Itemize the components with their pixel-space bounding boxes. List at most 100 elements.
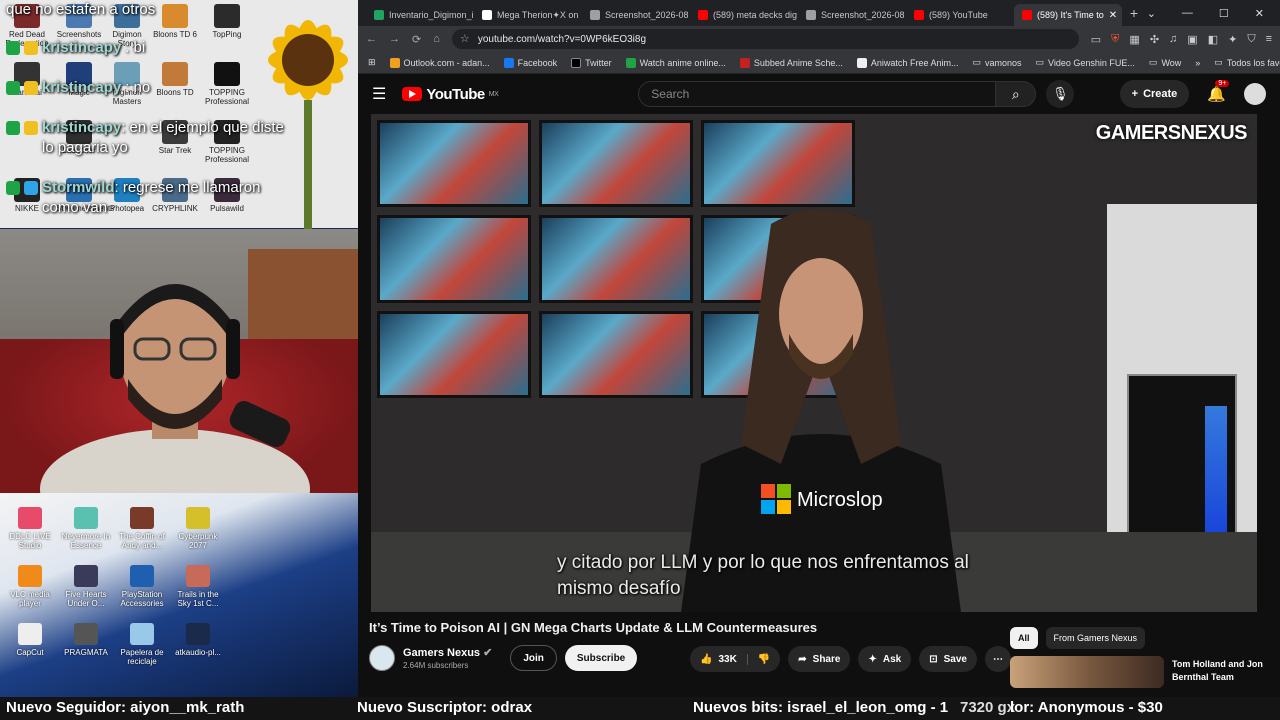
notifications-button[interactable]: 🔔 9+ — [1207, 80, 1230, 103]
more-bookmarks-icon[interactable]: » — [1195, 58, 1200, 68]
voice-search-button[interactable]: 🎙 — [1046, 80, 1075, 108]
tab[interactable]: Inventario_Digimon_i — [366, 4, 474, 26]
youtube-icon — [698, 10, 708, 20]
desktop-icon[interactable]: Five Hearts Under O... — [60, 565, 112, 608]
wallet-icon[interactable]: ▣ — [1187, 33, 1197, 46]
forward-icon[interactable]: → — [389, 33, 400, 45]
hamburger-menu-icon[interactable]: ☰ — [372, 84, 386, 104]
create-button[interactable]: + Create — [1119, 80, 1190, 108]
desktop-icon[interactable]: DDLC LIVE Studio — [4, 507, 56, 550]
recommended-title[interactable]: Tom Holland and Jon Bernthal Team — [1172, 658, 1280, 688]
tab[interactable]: Screenshot_2026-08 — [798, 4, 906, 26]
bookmark-item[interactable]: Watch anime online... — [625, 57, 726, 68]
bookmark-item[interactable]: Subbed Anime Sche... — [739, 57, 843, 68]
desktop-icon[interactable]: Cyberpunk 2077 — [172, 507, 224, 550]
share-button[interactable]: ➦ Share — [788, 646, 851, 672]
search-input[interactable] — [638, 81, 997, 107]
video-subtitles: y citado por LLM y por lo que nos enfren… — [557, 552, 969, 599]
desktop-icon[interactable]: Nevermore In Essence — [60, 507, 112, 550]
recommended-video[interactable]: Tom Holland and Jon Bernthal Team — [1010, 656, 1280, 688]
event-ticker: Nuevo Seguidor: aiyon__mk_rath Nuevo Sus… — [0, 697, 1280, 720]
desktop-icon[interactable]: The Coffin of Andy and... — [116, 507, 168, 550]
window-controls: ⌄ — ☐ ✕ — [1147, 7, 1280, 20]
desktop-icon[interactable]: PlayStation Accessories — [116, 565, 168, 608]
menu-icon[interactable]: ≡ — [1266, 33, 1272, 46]
folder-icon: ▭ — [1148, 57, 1158, 67]
channel-name[interactable]: Gamers Nexus ✔ — [403, 646, 492, 659]
apps-icon[interactable]: ⊞ — [368, 57, 376, 68]
reload-icon[interactable]: ⟳ — [412, 33, 421, 46]
tab[interactable]: Mega Therion✦X on — [474, 4, 582, 26]
folder-icon: ▭ — [1214, 57, 1223, 67]
url-field[interactable]: ☆ youtube.com/watch?v=0WP6kEO3i8g — [451, 29, 1079, 49]
desktop-icon[interactable]: Bloons TD — [152, 62, 198, 97]
search-icon: ⌕ — [1011, 85, 1020, 102]
leo-icon[interactable]: ✦ — [1228, 33, 1237, 46]
desktop-icon[interactable]: atkaudio-pl... — [172, 623, 224, 666]
chip-from-channel[interactable]: From Gamers Nexus — [1045, 627, 1146, 649]
bookmark-item[interactable]: Twitter — [571, 57, 612, 68]
like-button[interactable]: 👍 33K — [690, 653, 748, 665]
chat-message: kristincapy: en el ejemplo que diste lo … — [6, 118, 292, 168]
extension-icon[interactable]: ▦ — [1129, 33, 1139, 46]
vpn-icon[interactable]: ⛉ — [1247, 33, 1255, 46]
desktop-icon[interactable]: Trails in the Sky 1st C... — [172, 565, 224, 608]
badge-icon — [6, 121, 20, 135]
chat-message: Stormwild: regrese me llamaron como van — [6, 178, 292, 228]
sheets-icon — [374, 10, 384, 20]
chip-all[interactable]: All — [1010, 627, 1038, 649]
subscribe-button[interactable]: Subscribe — [564, 645, 638, 671]
more-actions-button[interactable]: ⋯ — [984, 646, 1011, 672]
youtube-logo[interactable]: YouTube MX — [402, 86, 499, 103]
like-dislike: 👍 33K 👎 — [690, 646, 781, 672]
bookmark-item[interactable]: Aniwatch Free Anim... — [856, 57, 958, 68]
tab[interactable]: Screenshot_2026-08 — [582, 4, 690, 26]
desktop-icon[interactable]: Papelera de reciclaje — [116, 623, 168, 666]
close-tab-icon[interactable]: ✕ — [1109, 10, 1117, 21]
bookmark-item[interactable]: Outlook.com - adan... — [389, 57, 490, 68]
chat-panel: Red Dead Redemption Screenshots Digimon … — [0, 0, 358, 230]
desktop-icon[interactable]: CapCut — [4, 623, 56, 666]
bookmark-folder[interactable]: ▭ vamonos — [972, 57, 1021, 68]
avatar[interactable] — [1244, 83, 1266, 105]
notification-count: 9+ — [1215, 80, 1230, 87]
bookmark-icon[interactable]: ☆ — [460, 32, 470, 45]
verified-icon: ✔ — [483, 647, 493, 659]
brave-shield-icon[interactable]: ⛨ — [1111, 33, 1119, 46]
close-window-icon[interactable]: ✕ — [1255, 7, 1264, 20]
bookmark-folder[interactable]: ▭ Wow — [1149, 57, 1181, 68]
microphone-icon: 🎙 — [1052, 86, 1069, 101]
tab-search-icon[interactable]: ⌄ — [1147, 7, 1156, 20]
dislike-button[interactable]: 👎 — [748, 654, 780, 665]
join-button[interactable]: Join — [510, 645, 557, 671]
bookmark-folder[interactable]: ▭ Video Genshin FUE... — [1036, 57, 1135, 68]
puzzle-icon[interactable]: ✣ — [1150, 33, 1159, 46]
bookmark-item[interactable]: Facebook — [503, 57, 557, 68]
desktop-icon[interactable]: PRAGMATA — [60, 623, 112, 666]
tab[interactable]: (589) YouTube — [906, 4, 1014, 26]
ticker-overlap: 7320 gx — [960, 699, 1016, 716]
save-button[interactable]: ⊡ Save — [919, 646, 977, 672]
cast-icon[interactable]: ▭ — [1091, 33, 1101, 46]
ticker-bits: Nuevos bits: israel_el_leon_omg - 1 — [693, 699, 949, 716]
maximize-icon[interactable]: ☐ — [1219, 7, 1229, 20]
minimize-icon[interactable]: — — [1182, 7, 1193, 20]
bookmark-icon: ⊡ — [929, 653, 938, 665]
badge-icon — [24, 41, 38, 55]
sidebar-icon[interactable]: ◧ — [1208, 33, 1218, 46]
new-tab-button[interactable]: + — [1122, 5, 1146, 21]
search-button[interactable]: ⌕ — [996, 81, 1037, 107]
video-player[interactable]: Microslop GAMERSNEXUS y citado por LLM y… — [371, 114, 1257, 612]
music-icon[interactable]: ♫ — [1169, 33, 1177, 46]
all-bookmarks[interactable]: ▭Todos los favoritos — [1214, 57, 1280, 68]
home-icon[interactable]: ⌂ — [433, 33, 440, 45]
globe-icon — [590, 10, 600, 20]
channel-avatar[interactable] — [369, 645, 395, 671]
back-icon[interactable]: ← — [366, 33, 377, 45]
desktop-icon[interactable]: VLC media player — [4, 565, 56, 608]
ask-button[interactable]: ✦ Ask — [858, 646, 912, 672]
tab-active[interactable]: (589) It's Time to ✕ — [1014, 4, 1122, 26]
tab[interactable]: (589) meta decks dig — [690, 4, 798, 26]
recommended-thumbnail[interactable] — [1010, 656, 1164, 688]
desktop-icon[interactable]: Bloons TD 6 — [152, 4, 198, 39]
